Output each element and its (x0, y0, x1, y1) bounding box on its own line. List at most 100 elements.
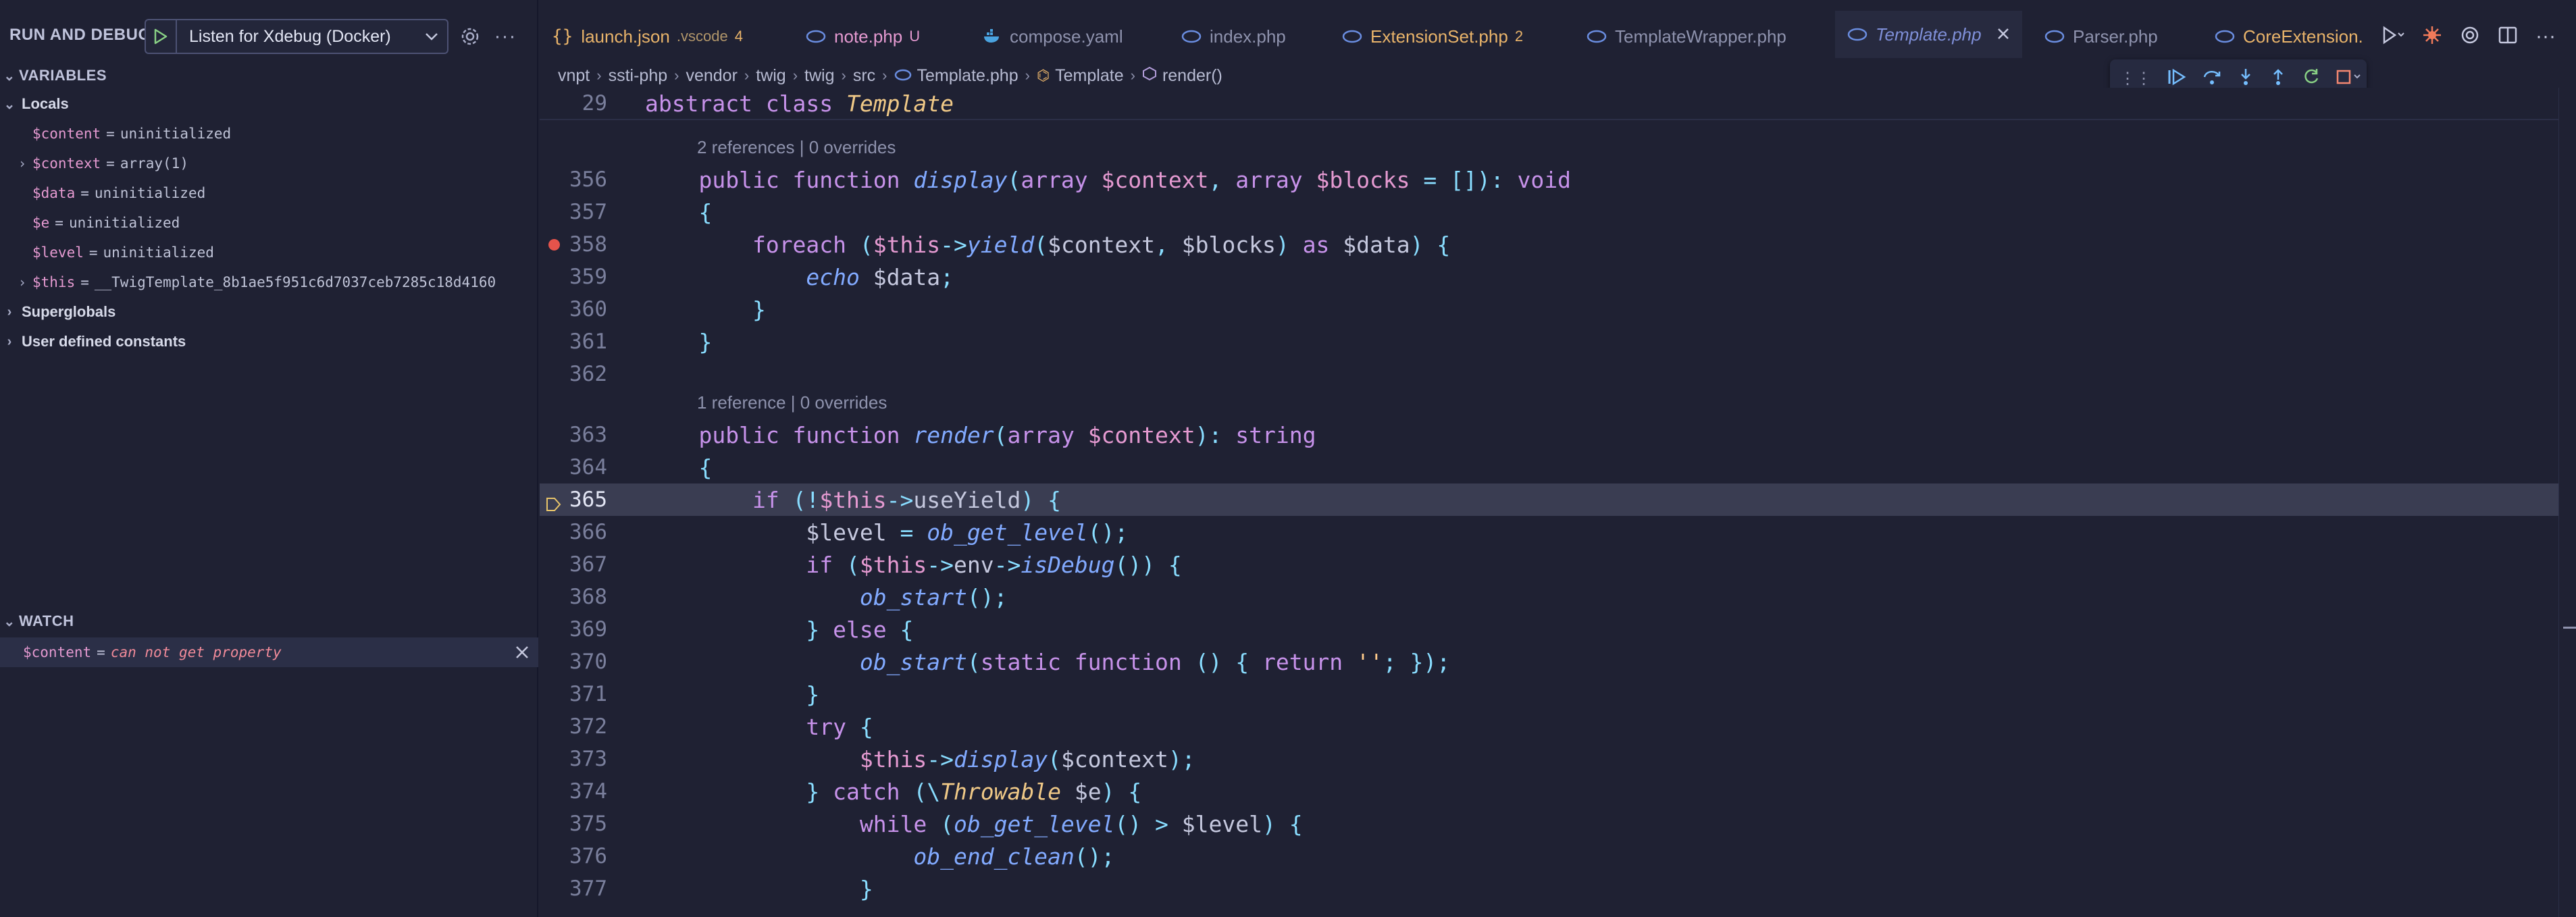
php-icon (2044, 30, 2065, 43)
superglobals-scope[interactable]: › Superglobals (0, 297, 116, 327)
tab-label: note.php (834, 26, 903, 47)
breadcrumb-item[interactable]: Template (1055, 66, 1123, 86)
scrollbar[interactable] (2558, 88, 2576, 917)
breadcrumb-item[interactable]: vendor (686, 66, 737, 86)
current-execution-line[interactable]: 365 if (!$this->useYield) { (540, 483, 2576, 516)
openai-icon[interactable] (2460, 25, 2480, 49)
chevron-down-icon[interactable] (416, 32, 447, 41)
close-icon[interactable] (513, 643, 532, 662)
codelens[interactable]: 2 references | 0 overrides (540, 131, 2576, 163)
variable-row[interactable]: $e = uninitialized (0, 208, 538, 238)
variables-section-header[interactable]: ⌄ VARIABLES (0, 62, 107, 89)
variable-row[interactable]: › $context = array(1) (0, 149, 538, 178)
code-line[interactable]: 375 while (ob_get_level() > $level) { (540, 808, 2576, 840)
watch-expression-row[interactable]: $content = can not get property (0, 637, 538, 667)
code-line[interactable]: 369 } else { (540, 613, 2576, 646)
chevron-right-icon[interactable]: › (12, 274, 32, 290)
breadcrumb-item[interactable]: Template.php (917, 66, 1019, 86)
code-line[interactable]: 371 } (540, 678, 2576, 710)
code-line[interactable]: 359 echo $data; (540, 261, 2576, 293)
codelens[interactable]: 1 reference | 0 overrides (540, 386, 2576, 419)
code-line[interactable]: 360 } (540, 293, 2576, 325)
variable-row[interactable]: $level = uninitialized (0, 238, 538, 267)
tab-label: Template.php (1876, 24, 1982, 45)
variable-row[interactable]: $data = uninitialized (0, 178, 538, 208)
code-line[interactable]: 357 { (540, 196, 2576, 228)
variable-row[interactable]: › $this = __TwigTemplate_8b1ae5f951c6d7037… (0, 267, 538, 297)
code-line[interactable]: 372 try { (540, 710, 2576, 743)
close-icon[interactable] (1997, 24, 2010, 45)
code-line[interactable]: 368 ob_start(); (540, 581, 2576, 613)
chevron-right-icon[interactable]: › (12, 155, 32, 172)
tab-extensionset-php[interactable]: ExtensionSet.php 2 (1342, 15, 1523, 58)
variable-row[interactable]: $content = uninitialized (0, 119, 538, 149)
more-actions-icon[interactable]: ··· (492, 23, 519, 50)
codelens-references[interactable]: 2 references | 0 overrides (697, 137, 896, 158)
breadcrumb-item[interactable]: vnpt (558, 66, 590, 86)
tab-description: .vscode (676, 28, 728, 45)
tab-parser-php[interactable]: Parser.php (2044, 15, 2158, 58)
split-editor-icon[interactable] (2498, 25, 2518, 49)
code-line[interactable]: 374 } catch (\Throwable $e) { (540, 775, 2576, 808)
codelens-references[interactable]: 1 reference | 0 overrides (697, 392, 887, 413)
breadcrumb-item[interactable]: ssti-php (609, 66, 668, 86)
class-icon: ⌬ (1036, 67, 1050, 84)
code-line[interactable]: 377 } (540, 872, 2576, 905)
chevron-right-icon: › (7, 304, 12, 319)
chevron-down-icon: ⌄ (3, 614, 16, 629)
disconnect-icon[interactable] (2336, 68, 2363, 90)
code-line[interactable]: 364 { (540, 451, 2576, 483)
more-actions-icon[interactable]: ··· (2535, 25, 2556, 48)
breadcrumb: vnpt › ssti-php › vendor › twig › twig › src ›… (558, 63, 1222, 88)
variable-name: $this (32, 274, 76, 290)
code-line[interactable]: 373 $this->display($context); (540, 743, 2576, 775)
constants-scope[interactable]: › User defined constants (0, 327, 186, 357)
code-line[interactable]: 361 } (540, 325, 2576, 358)
run-icon[interactable] (2381, 25, 2404, 49)
code-line[interactable]: 366 $level = ob_get_level(); (540, 516, 2576, 548)
breadcrumb-item[interactable]: twig (804, 66, 834, 86)
vscode-window: RUN AND DEBUG Listen for Xdebug (Docker)… (0, 0, 2576, 917)
tab-index-php[interactable]: index.php (1181, 15, 1286, 58)
run-debug-title: RUN AND DEBUG (9, 26, 151, 44)
code-editor[interactable]: 29 abstract class Template 2 references … (540, 88, 2576, 917)
tab-compose-yaml[interactable]: compose.yaml (983, 15, 1123, 58)
code-line[interactable]: 367 if ($this->env->isDebug()) { (540, 548, 2576, 581)
tab-label: compose.yaml (1010, 26, 1123, 47)
step-over-icon[interactable] (2202, 68, 2222, 90)
variable-name: $context (32, 155, 101, 172)
step-out-icon[interactable] (2269, 68, 2287, 90)
code-line[interactable]: 362 (540, 358, 2576, 390)
continue-icon[interactable] (2167, 68, 2187, 90)
code-line[interactable]: 370 ob_start(static function () { return… (540, 646, 2576, 678)
breadcrumb-item[interactable]: src (853, 66, 875, 86)
tab-templatewrapper-php[interactable]: TemplateWrapper.php (1587, 15, 1786, 58)
drag-handle-icon[interactable]: ⋮⋮ (2119, 69, 2152, 88)
debug-config-select[interactable]: Listen for Xdebug (Docker) (145, 19, 448, 54)
php-icon (1342, 30, 1362, 43)
copilot-icon[interactable] (2422, 25, 2442, 49)
sticky-scroll-line[interactable]: 29 abstract class Template (540, 88, 2576, 120)
watch-section-header[interactable]: ⌄ WATCH (0, 608, 74, 635)
editor-actions: ··· (2381, 18, 2576, 55)
breadcrumb-item[interactable]: render() (1162, 66, 1222, 86)
code-line[interactable]: 356 public function display(array $conte… (540, 163, 2576, 196)
code-line[interactable]: 358 foreach ($this->yield($context, $blo… (540, 228, 2576, 261)
tab-badge: 4 (734, 28, 743, 45)
tab-launch-json[interactable]: {} launch.json .vscode 4 (552, 15, 743, 58)
breadcrumb-item[interactable]: twig (756, 66, 785, 86)
code-line[interactable]: 363 public function render(array $contex… (540, 419, 2576, 451)
tab-coreextension-php[interactable]: CoreExtension. (2215, 15, 2363, 58)
variable-name: $content (32, 126, 101, 142)
variable-value: __TwigTemplate_8b1ae5f951c6d7037ceb7285c… (94, 274, 496, 290)
step-into-icon[interactable] (2237, 68, 2255, 90)
start-debugging-button[interactable] (146, 20, 177, 53)
locals-scope[interactable]: ⌄ Locals (0, 89, 69, 119)
gear-icon[interactable] (457, 23, 484, 50)
tab-note-php[interactable]: note.php U (806, 15, 920, 58)
tab-template-php[interactable]: Template.php (1835, 11, 2022, 58)
code-line[interactable]: 376 ob_end_clean(); (540, 840, 2576, 872)
debug-sidebar: RUN AND DEBUG Listen for Xdebug (Docker)… (0, 0, 538, 917)
restart-icon[interactable] (2302, 68, 2321, 90)
method-icon (1142, 66, 1157, 86)
